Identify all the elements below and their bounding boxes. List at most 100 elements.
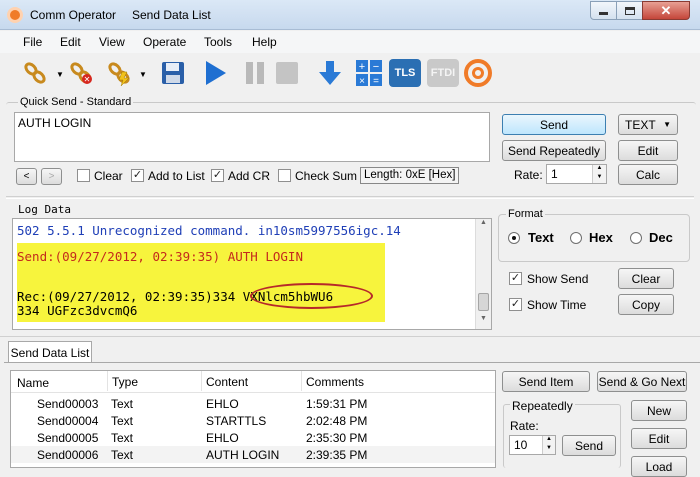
calculator-button[interactable]: + − × = (354, 58, 384, 88)
tab-send-data-list[interactable]: Send Data List (8, 341, 92, 363)
menu-view[interactable]: View (99, 35, 125, 49)
header-name[interactable]: Name (17, 376, 49, 390)
stepper-up-icon[interactable]: ▲ (592, 165, 606, 174)
dec-radio[interactable] (630, 232, 642, 244)
log-line-1: 502 5.5.1 Unrecognized command. in10sm59… (17, 223, 401, 238)
hex-radio-label: Hex (589, 230, 613, 245)
edit-button[interactable]: Edit (618, 140, 678, 161)
row-comments: 2:35:30 PM (306, 431, 368, 445)
disconnect-button[interactable]: ✕ (66, 58, 96, 88)
header-comments[interactable]: Comments (301, 371, 364, 391)
send-button-label: Send (539, 117, 569, 132)
list-edit-button[interactable]: Edit (631, 428, 687, 449)
header-content[interactable]: Content (201, 371, 248, 391)
list-send-button[interactable]: Send (562, 435, 616, 456)
chevron-down-icon: ▼ (663, 120, 671, 129)
pause-button[interactable] (240, 58, 270, 88)
reconnect-button[interactable] (104, 58, 134, 88)
list-rate-stepper[interactable]: 10 ▲ ▼ (509, 435, 556, 455)
title-bar: Comm Operator Send Data List ✕ (0, 0, 700, 30)
log-scrollbar[interactable]: ▲ ▼ (475, 219, 491, 329)
splitter[interactable] (6, 196, 694, 199)
download-button[interactable] (315, 58, 345, 88)
ftdi-icon: FTDI (427, 59, 459, 87)
row-content: AUTH LOGIN (206, 448, 280, 462)
log-copy-button[interactable]: Copy (618, 294, 674, 315)
row-comments: 2:02:48 PM (306, 414, 368, 428)
repeatedly-title: Repeatedly (510, 399, 575, 413)
ftdi-button[interactable]: FTDI (426, 58, 460, 88)
format-title: Format (506, 208, 545, 220)
next-button[interactable]: > (41, 168, 62, 185)
scroll-up-icon[interactable]: ▲ (476, 219, 491, 233)
list-send-label: Send (574, 438, 604, 453)
menu-edit[interactable]: Edit (60, 35, 81, 49)
menu-help[interactable]: Help (252, 35, 277, 49)
svg-text:=: = (373, 76, 379, 87)
send-item-button[interactable]: Send Item (502, 371, 590, 392)
log-line-4: 334 UGFzc3dvcmQ6 (17, 303, 138, 318)
rate-stepper[interactable]: 1 ▲ ▼ (546, 164, 607, 184)
quick-send-input[interactable]: AUTH LOGIN (14, 112, 490, 162)
stepper-up-icon[interactable]: ▲ (542, 436, 555, 445)
log-clear-button[interactable]: Clear (618, 268, 674, 289)
table-row[interactable]: Send00005 Text EHLO 2:35:30 PM (11, 429, 495, 446)
row-comments: 2:39:35 PM (306, 448, 368, 462)
text-radio-label: Text (528, 230, 554, 245)
add-to-list-checkbox[interactable]: ✓ (131, 169, 144, 182)
row-name: Send00003 (37, 397, 99, 411)
load-button[interactable]: Load (631, 456, 687, 477)
quick-send-title: Quick Send - Standard (18, 96, 134, 108)
send-go-next-button[interactable]: Send & Go Next (597, 371, 687, 392)
about-button[interactable] (463, 58, 493, 88)
bottom-splitter[interactable] (0, 336, 700, 339)
svg-text:×: × (359, 76, 365, 87)
text-radio[interactable] (508, 232, 520, 244)
save-button[interactable] (158, 58, 188, 88)
send-button[interactable]: Send (502, 114, 606, 135)
table-row[interactable]: Send00003 Text EHLO 1:59:31 PM (11, 395, 495, 412)
show-time-checkbox[interactable]: ✓ (509, 298, 522, 311)
prev-button[interactable]: < (16, 168, 37, 185)
connect-dropdown-icon[interactable]: ▼ (56, 70, 64, 79)
tls-button[interactable]: TLS (388, 58, 422, 88)
dec-radio-label: Dec (649, 230, 673, 245)
stop-icon (276, 62, 298, 84)
header-type[interactable]: Type (107, 371, 138, 391)
start-button[interactable] (200, 58, 230, 88)
menu-file[interactable]: File (23, 35, 42, 49)
menu-operate[interactable]: Operate (143, 35, 186, 49)
scroll-down-icon[interactable]: ▼ (476, 315, 491, 329)
connect-button[interactable] (20, 58, 50, 88)
next-label: > (48, 171, 55, 182)
minimize-button[interactable] (590, 1, 617, 20)
send-list-table[interactable]: Name Type Content Comments Send00003 Tex… (10, 370, 496, 468)
reconnect-dropdown-icon[interactable]: ▼ (139, 70, 147, 79)
table-row-selected[interactable]: Send00006 Text AUTH LOGIN 2:39:35 PM (11, 446, 495, 463)
stepper-down-icon[interactable]: ▼ (542, 445, 555, 454)
menu-bar: File Edit View Operate Tools Help (0, 31, 700, 53)
list-edit-label: Edit (648, 431, 670, 446)
stop-button[interactable] (272, 58, 302, 88)
table-row[interactable]: Send00004 Text STARTTLS 2:02:48 PM (11, 412, 495, 429)
add-cr-checkbox[interactable]: ✓ (211, 169, 224, 182)
annotation-oval (250, 283, 373, 309)
hex-radio[interactable] (570, 232, 582, 244)
format-select[interactable]: TEXT ▼ (618, 114, 678, 135)
calc-button[interactable]: Calc (618, 164, 678, 185)
show-send-checkbox[interactable]: ✓ (509, 272, 522, 285)
stepper-down-icon[interactable]: ▼ (592, 174, 606, 183)
clear-checkbox[interactable] (77, 169, 90, 182)
scroll-thumb[interactable] (478, 293, 489, 311)
new-button[interactable]: New (631, 400, 687, 421)
menu-tools[interactable]: Tools (204, 35, 232, 49)
app-title: Comm Operator (30, 8, 117, 22)
send-repeatedly-button[interactable]: Send Repeatedly (502, 140, 606, 161)
log-panel[interactable]: 502 5.5.1 Unrecognized command. in10sm59… (12, 218, 492, 330)
maximize-button[interactable] (616, 1, 643, 20)
check-sum-checkbox[interactable] (278, 169, 291, 182)
tab-label: Send Data List (10, 345, 90, 360)
close-button[interactable]: ✕ (642, 1, 690, 20)
chain-lightning-icon (108, 62, 130, 86)
list-rate-label: Rate: (510, 419, 539, 433)
